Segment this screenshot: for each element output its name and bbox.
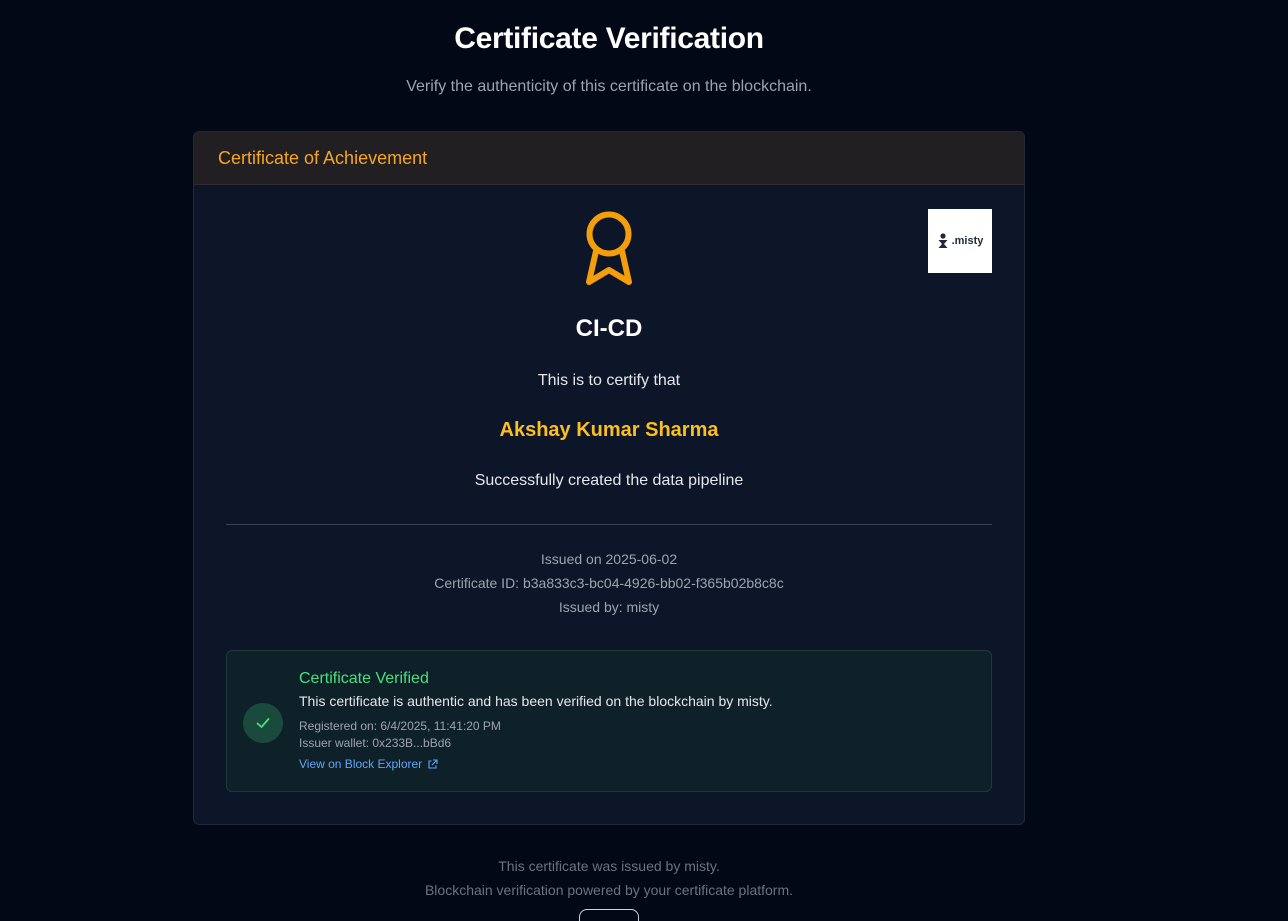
certificate-card-body: .misty CI-CD This is to certify that Aks… [194,185,1024,824]
verification-title: Certificate Verified [299,670,429,687]
footer-platform-note: Blockchain verification powered by your … [424,882,794,898]
issuer-logo-text: .misty [951,235,984,247]
divider [226,524,992,525]
check-icon [256,718,270,728]
recipient-name: Akshay Kumar Sharma [499,419,719,441]
explorer-link-label: View on Block Explorer [299,757,423,771]
external-link-icon [428,758,438,769]
verification-status-panel: Certificate Verified This certificate is… [226,650,992,792]
course-title: CI-CD [575,315,643,342]
certificate-card: Certificate of Achievement .misty CI-CD … [193,131,1025,825]
achievement-description: Successfully created the data pipeline [474,472,744,489]
issued-on: Issued on 2025-06-02 [540,551,678,567]
issued-by: Issued by: misty [558,599,660,615]
issuer-wallet: Issuer wallet: 0x233B...bBd6 [299,736,452,750]
view-block-explorer-link[interactable]: View on Block Explorer [299,757,438,771]
issuer-logo-mark-icon [938,233,948,248]
certificate-card-header: Certificate of Achievement [194,132,1024,185]
verification-page: Certificate Verification Verify the auth… [0,0,1288,921]
footer-button[interactable] [579,909,639,921]
certificate-type-title: Certificate of Achievement [218,148,428,168]
certificate-id: Certificate ID: b3a833c3-bc04-4926-bb02-… [434,575,784,591]
page-title: Certificate Verification [454,22,764,55]
registered-on: Registered on: 6/4/2025, 11:41:20 PM [299,719,501,733]
verified-badge [243,703,283,743]
certify-text: This is to certify that [537,372,681,389]
footer-issuer-note: This certificate was issued by misty. [498,858,720,874]
issuer-logo: .misty [928,209,992,273]
verification-description: This certificate is authentic and has be… [299,693,773,709]
award-ribbon-icon [586,211,632,285]
page-subtitle: Verify the authenticity of this certific… [406,78,812,95]
